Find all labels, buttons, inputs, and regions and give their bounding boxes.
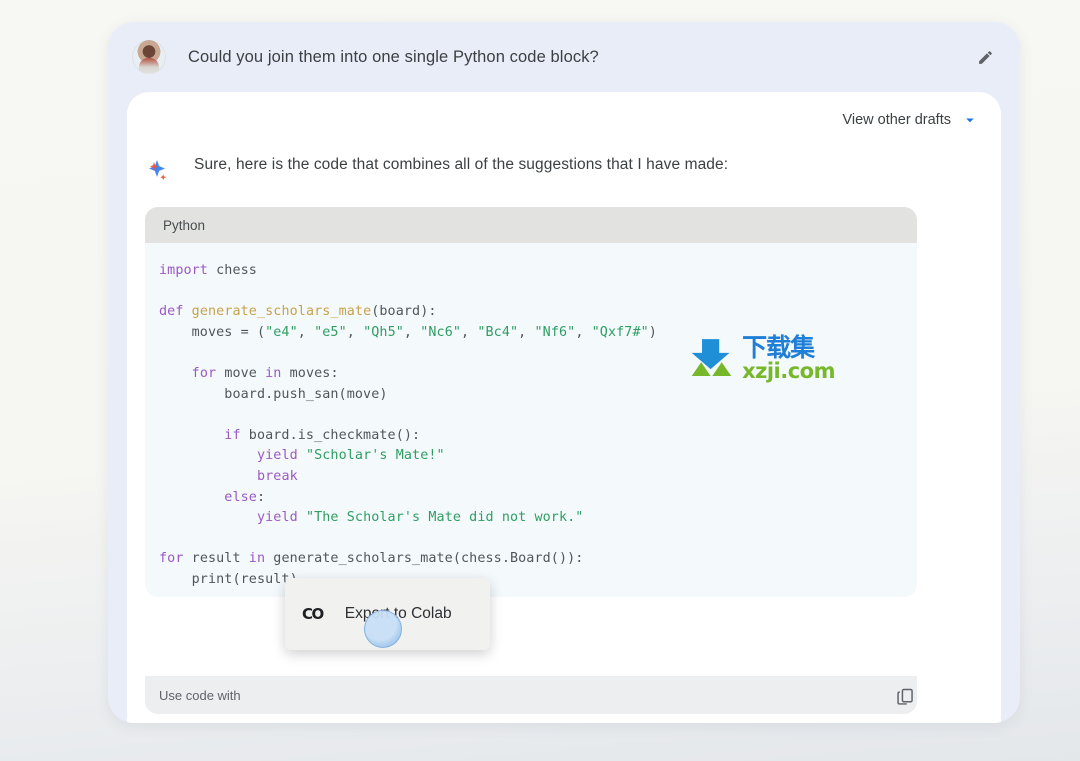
watermark-cn-text: 下载集	[742, 332, 815, 362]
watermark: 下载集 xzji.com	[690, 333, 835, 383]
conversation-card: Could you join them into one single Pyth…	[108, 22, 1020, 723]
user-avatar	[132, 40, 166, 74]
pencil-icon	[978, 50, 992, 64]
copy-code-button[interactable]	[895, 686, 919, 710]
user-prompt-text: Could you join them into one single Pyth…	[188, 47, 599, 66]
bard-sparkle-icon	[145, 158, 171, 189]
use-code-label: Use code with	[159, 687, 241, 703]
chevron-down-icon	[966, 118, 974, 123]
use-code-footer: Use code with	[145, 676, 917, 714]
cursor-click-ripple	[364, 610, 402, 648]
code-language-label: Python	[145, 207, 917, 243]
answer-card: View other drafts Sure, here is the code…	[127, 92, 1001, 723]
code-body[interactable]: import chess def generate_scholars_mate(…	[145, 243, 917, 597]
view-other-drafts-label: View other drafts	[842, 112, 951, 128]
bard-response-text: Sure, here is the code that combines all…	[194, 156, 729, 173]
watermark-logo-icon	[691, 339, 732, 377]
colab-icon: CO	[302, 605, 324, 623]
code-block: Python import chess def generate_scholar…	[145, 207, 917, 597]
bard-response-row: Sure, here is the code that combines all…	[145, 156, 985, 189]
view-other-drafts-button[interactable]: View other drafts	[842, 111, 979, 129]
watermark-domain-text: xzji.com	[742, 358, 835, 383]
watermark-text: 下载集 xzji.com	[742, 335, 835, 382]
copy-icon	[897, 688, 913, 705]
edit-prompt-button[interactable]	[972, 44, 998, 70]
user-prompt-row: Could you join them into one single Pyth…	[108, 22, 1020, 92]
